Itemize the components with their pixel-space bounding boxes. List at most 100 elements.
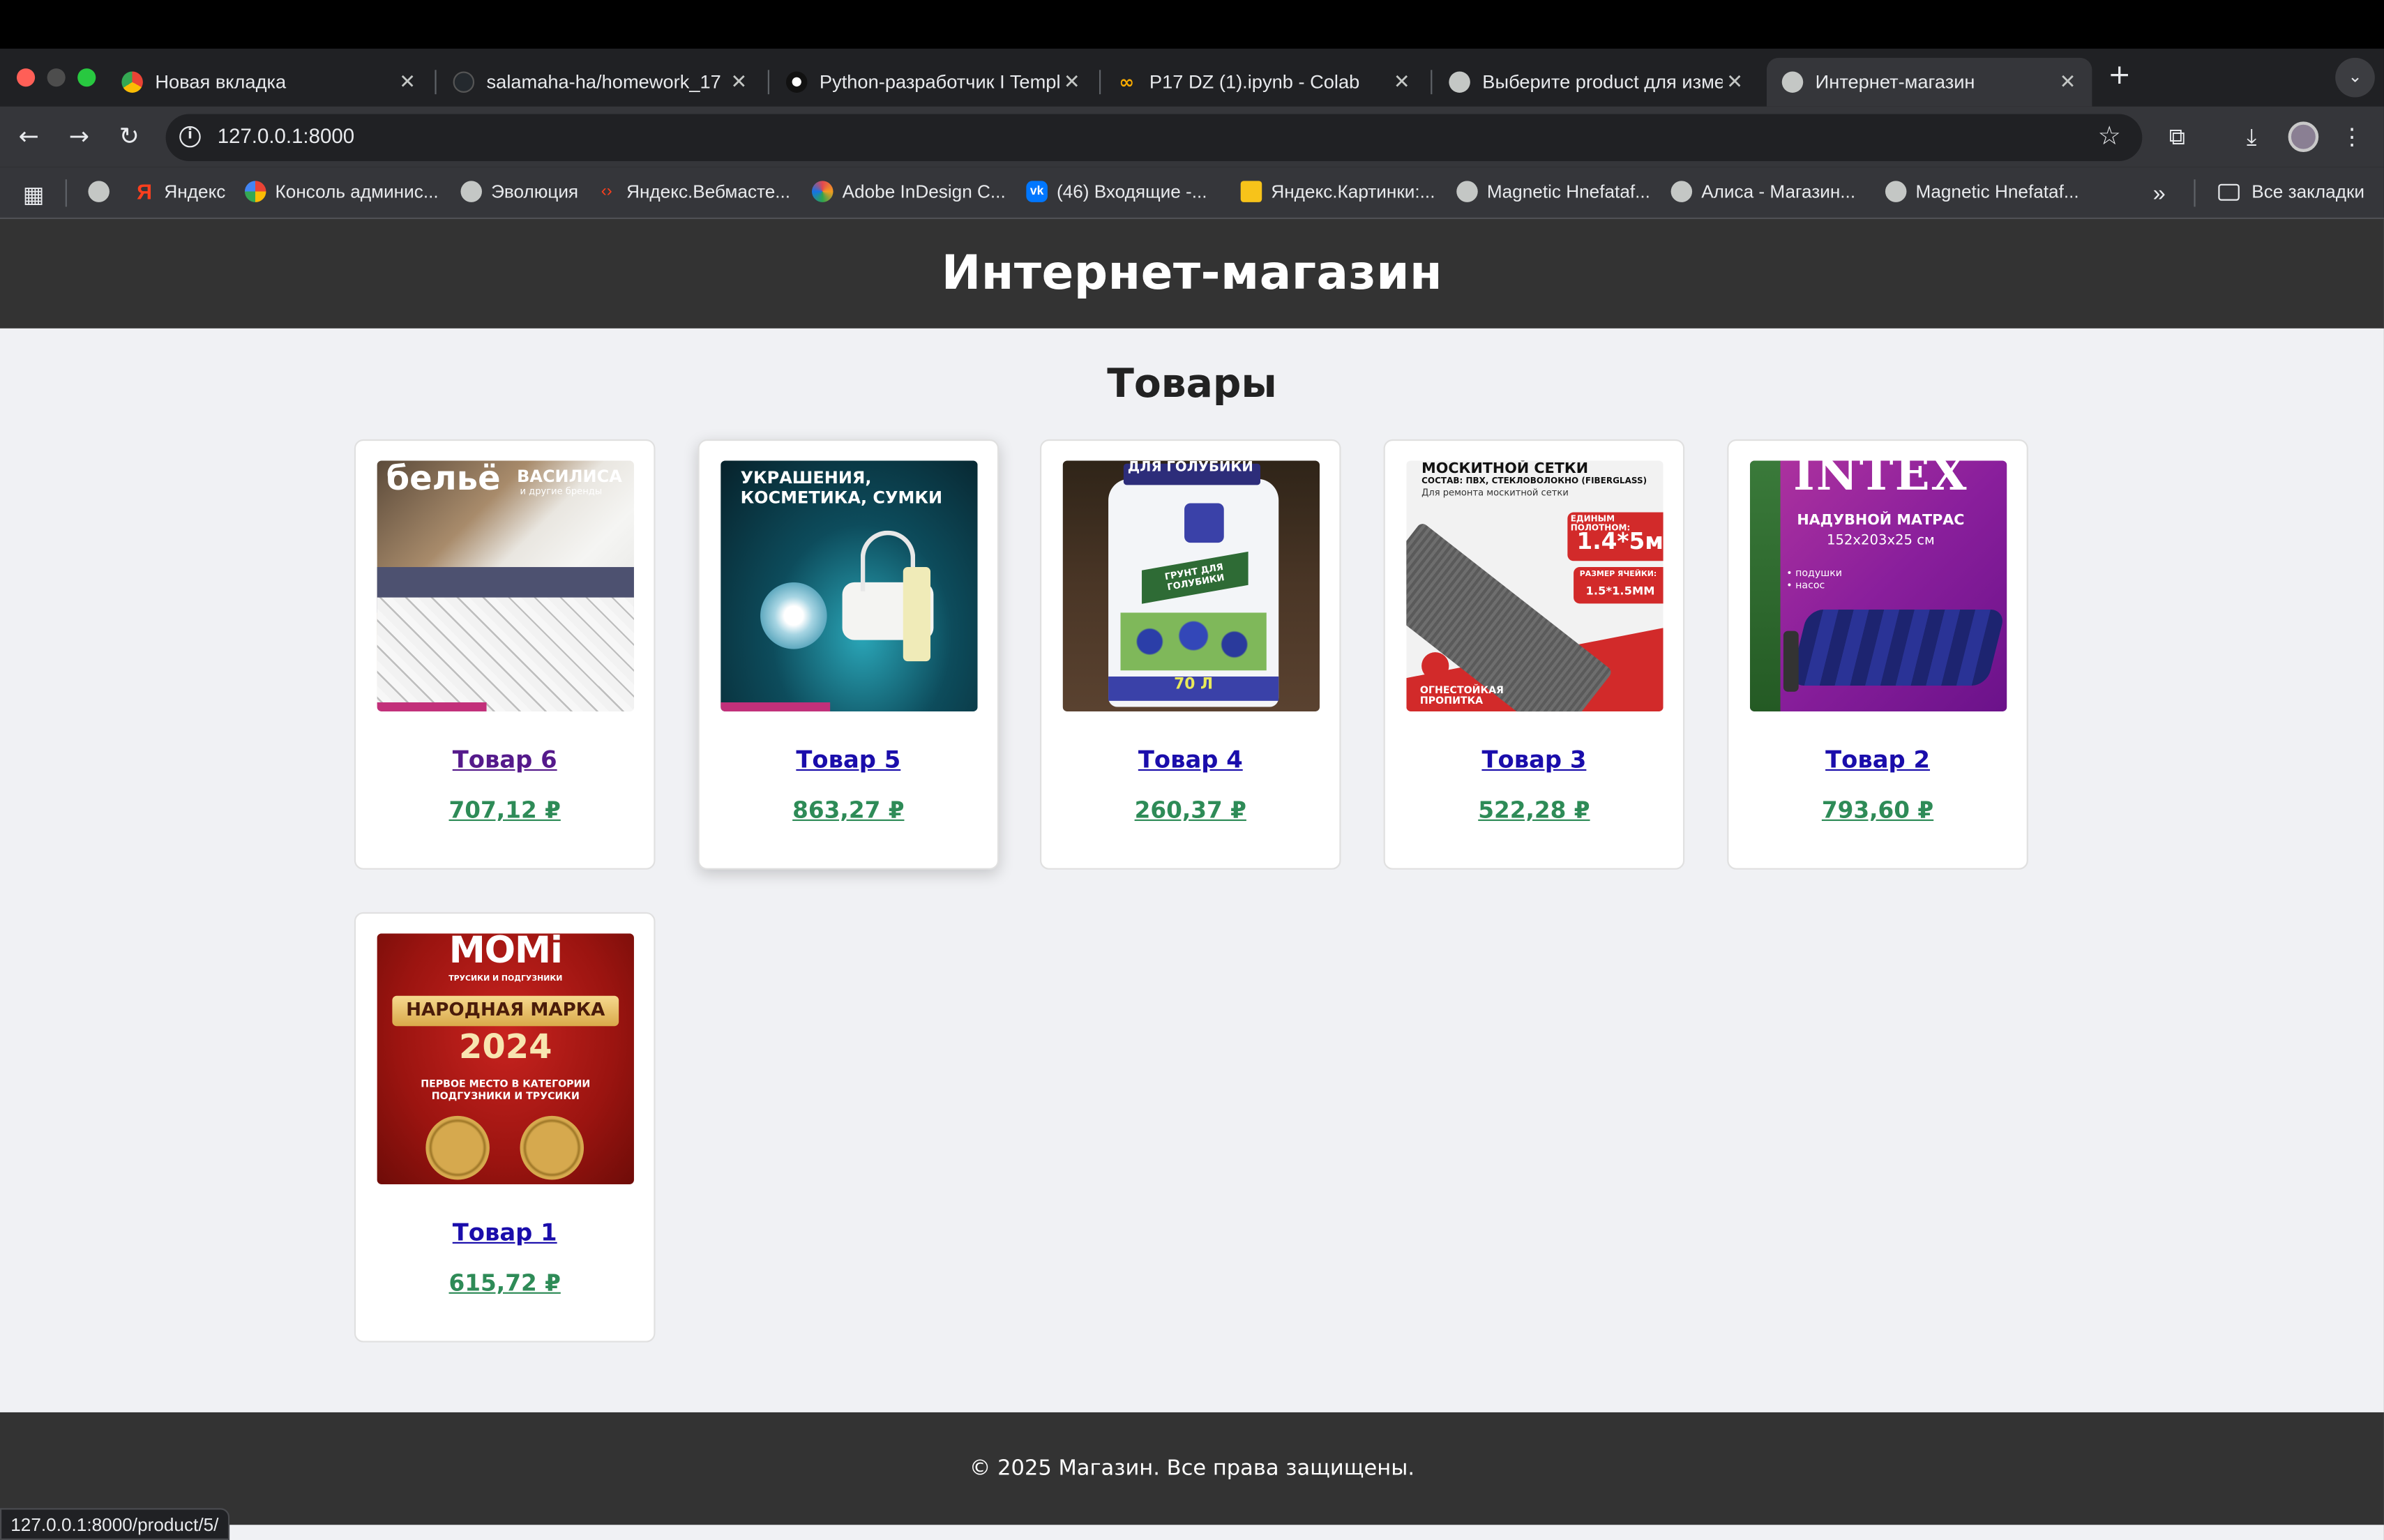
back-icon[interactable]: ← bbox=[14, 121, 45, 152]
bookmark-vk[interactable]: vk (46) Входящие -... bbox=[1026, 181, 1207, 202]
globe-icon bbox=[1781, 71, 1804, 93]
product-price-link[interactable]: 522,28 ₽ bbox=[1385, 797, 1683, 824]
product-name-link[interactable]: Товар 3 bbox=[1385, 746, 1683, 773]
tab-title: Выберите product для изме bbox=[1482, 71, 1723, 93]
tab-admin[interactable]: Выберите product для изме ✕ bbox=[1434, 58, 1759, 107]
url-text[interactable]: 127.0.0.1:8000 bbox=[218, 125, 354, 148]
product-price-link[interactable]: 260,37 ₽ bbox=[1041, 797, 1339, 824]
product-card[interactable]: бельё ВАСИЛИСА и другие бренды Товар 6 7… bbox=[354, 439, 656, 870]
image-subline: 152x203x25 см bbox=[1826, 534, 1935, 549]
image-badge-value: 1.4*5м bbox=[1576, 527, 1663, 555]
product-card[interactable]: МОСКИТНОЙ СЕТКИ СОСТАВ: ПВХ, СТЕКЛОВОЛОК… bbox=[1383, 439, 1685, 870]
close-tab-icon[interactable]: ✕ bbox=[1059, 70, 1084, 93]
skypro-icon: ● bbox=[785, 71, 808, 93]
extensions-icon[interactable]: ⧉ bbox=[2162, 121, 2193, 152]
close-tab-icon[interactable]: ✕ bbox=[395, 70, 420, 93]
bookmark-webmaster[interactable]: ‹› Яндекс.Вебмасте... bbox=[596, 181, 790, 202]
product-image-diapers[interactable]: MOMi ТРУСИКИ И ПОДГУЗНИКИ НАРОДНАЯ МАРКА… bbox=[377, 933, 634, 1184]
adobe-icon bbox=[812, 181, 833, 202]
download-icon[interactable]: ⤓ bbox=[2236, 121, 2267, 152]
bookmark-console[interactable]: Консоль админис... bbox=[244, 181, 439, 202]
site-footer: © 2025 Магазин. Все права защищены. bbox=[0, 1412, 2384, 1525]
tab-shop-active[interactable]: Интернет-магазин ✕ bbox=[1766, 57, 2092, 107]
tab-new-tab[interactable]: Новая вкладка ✕ bbox=[107, 58, 432, 107]
image-badge: НАРОДНАЯ МАРКА bbox=[406, 999, 605, 1020]
image-headline: УКРАШЕНИЯ, bbox=[740, 468, 872, 488]
image-headline: бельё bbox=[386, 460, 501, 499]
product-name-link[interactable]: Товар 4 bbox=[1041, 746, 1339, 773]
close-tab-icon[interactable]: ✕ bbox=[1723, 70, 1747, 93]
image-headline: ДЛЯ ГОЛУБИКИ bbox=[1127, 460, 1253, 476]
product-image-mesh[interactable]: МОСКИТНОЙ СЕТКИ СОСТАВ: ПВХ, СТЕКЛОВОЛОК… bbox=[1406, 460, 1663, 712]
webmaster-icon: ‹› bbox=[601, 182, 612, 201]
link-status-bar: 127.0.0.1:8000/product/5/ bbox=[0, 1508, 229, 1540]
all-bookmarks[interactable]: Все закладки bbox=[2218, 181, 2364, 202]
product-name-link[interactable]: Товар 6 bbox=[356, 746, 654, 773]
image-caption: ОГНЕСТОЙКАЯ ПРОПИТКА bbox=[1419, 684, 1504, 707]
bookmark-alisa[interactable]: Алиса - Магазин... bbox=[1670, 181, 1855, 202]
tab-colab[interactable]: ∞ P17 DZ (1).ipynb - Colab ✕ bbox=[1101, 58, 1426, 107]
tab-skypro[interactable]: ● Python-разработчик I Templ ✕ bbox=[771, 58, 1096, 107]
reload-icon[interactable]: ↻ bbox=[114, 121, 144, 152]
bookmark-evolution[interactable]: Эволюция bbox=[460, 181, 578, 202]
product-price-link[interactable]: 863,27 ₽ bbox=[700, 797, 997, 824]
product-card[interactable]: ДЛЯ ГОЛУБИКИ ГРУНТ ДЛЯ ГОЛУБИКИ 70 Л Тов… bbox=[1039, 439, 1341, 870]
product-image-accessories[interactable]: УКРАШЕНИЯ, КОСМЕТИКА, СУМКИ bbox=[721, 460, 978, 712]
address-bar[interactable]: i 127.0.0.1:8000 ☆ bbox=[165, 114, 2143, 162]
product-card[interactable]: MOMi ТРУСИКИ И ПОДГУЗНИКИ НАРОДНАЯ МАРКА… bbox=[354, 912, 656, 1343]
bookmark-label: Яндекс.Вебмасте... bbox=[626, 181, 791, 202]
tab-separator bbox=[1431, 70, 1433, 95]
apps-grid-icon[interactable]: ▦ bbox=[23, 181, 45, 209]
maximize-window-icon[interactable] bbox=[77, 68, 96, 87]
bookmark-indesign[interactable]: Adobe InDesign C... bbox=[812, 181, 1006, 202]
bookmark-separator bbox=[2194, 179, 2196, 207]
tab-search-icon[interactable]: ⌄ bbox=[2335, 57, 2375, 98]
product-card[interactable]: INTEX НАДУВНОЙ МАТРАС 152x203x25 см • по… bbox=[1727, 439, 2028, 870]
bookmark-hnefatafl-1[interactable]: Magnetic Hnefataf... bbox=[1456, 181, 1650, 202]
image-badge: РАЗМЕР ЯЧЕЙКИ: bbox=[1579, 570, 1657, 580]
new-tab-button[interactable]: + bbox=[2104, 60, 2135, 91]
profile-avatar[interactable] bbox=[2288, 121, 2319, 152]
close-tab-icon[interactable]: ✕ bbox=[1389, 70, 1414, 93]
close-window-icon[interactable] bbox=[16, 68, 36, 87]
bookmark-label: Magnetic Hnefataf... bbox=[1915, 181, 2079, 202]
forward-icon[interactable]: → bbox=[64, 121, 95, 152]
product-price-link[interactable]: 707,12 ₽ bbox=[356, 797, 654, 824]
tab-separator bbox=[435, 70, 437, 95]
product-name-link[interactable]: Товар 1 bbox=[356, 1219, 654, 1246]
close-tab-icon[interactable]: ✕ bbox=[727, 70, 751, 93]
product-price-link[interactable]: 615,72 ₽ bbox=[356, 1269, 654, 1297]
bookmark-globe[interactable] bbox=[88, 181, 119, 202]
site-info-icon[interactable]: i bbox=[179, 126, 201, 148]
bookmark-star-icon[interactable]: ☆ bbox=[2098, 121, 2121, 152]
product-card[interactable]: УКРАШЕНИЯ, КОСМЕТИКА, СУМКИ Товар 5 863,… bbox=[697, 439, 999, 870]
image-subline: ВАСИЛИСА bbox=[517, 467, 622, 487]
tab-github[interactable]: salamaha-ha/homework_17 ✕ bbox=[438, 58, 763, 107]
image-year: 2024 bbox=[459, 1029, 552, 1068]
globe-icon bbox=[1456, 181, 1478, 202]
product-name-link[interactable]: Товар 2 bbox=[1728, 746, 2026, 773]
image-subline: НАДУВНОЙ МАТРАС bbox=[1797, 512, 1965, 529]
more-bookmarks-icon[interactable]: » bbox=[2153, 181, 2166, 206]
menu-kebab-icon[interactable]: ⋮ bbox=[2337, 121, 2367, 152]
bookmark-hnefatafl-2[interactable]: Magnetic Hnefataf... bbox=[1885, 181, 2079, 202]
product-image-soil[interactable]: ДЛЯ ГОЛУБИКИ ГРУНТ ДЛЯ ГОЛУБИКИ 70 Л bbox=[1062, 460, 1320, 712]
chrome-icon bbox=[121, 71, 143, 93]
github-icon bbox=[453, 71, 475, 93]
product-image-bedding[interactable]: бельё ВАСИЛИСА и другие бренды bbox=[377, 460, 634, 712]
images-icon bbox=[1240, 181, 1262, 202]
image-headline: INTEX bbox=[1793, 460, 1968, 502]
image-headline: МОСКИТНОЙ СЕТКИ bbox=[1421, 460, 1589, 478]
product-price-link[interactable]: 793,60 ₽ bbox=[1728, 797, 2026, 824]
bookmark-yandex[interactable]: Я Яндекс bbox=[134, 181, 225, 202]
bookmark-label: (46) Входящие -... bbox=[1056, 181, 1207, 202]
window-controls bbox=[16, 68, 96, 87]
image-subline: ТРУСИКИ И ПОДГУЗНИКИ bbox=[448, 974, 563, 984]
minimize-window-icon[interactable] bbox=[47, 68, 66, 87]
image-badge-value: 1.5*1.5ММ bbox=[1585, 584, 1655, 598]
product-image-mattress[interactable]: INTEX НАДУВНОЙ МАТРАС 152x203x25 см • по… bbox=[1749, 460, 2007, 712]
bookmark-yandex-images[interactable]: Яндекс.Картинки:... bbox=[1240, 181, 1435, 202]
close-tab-icon[interactable]: ✕ bbox=[2055, 70, 2080, 93]
product-name-link[interactable]: Товар 5 bbox=[700, 746, 997, 773]
tab-separator bbox=[767, 70, 769, 95]
